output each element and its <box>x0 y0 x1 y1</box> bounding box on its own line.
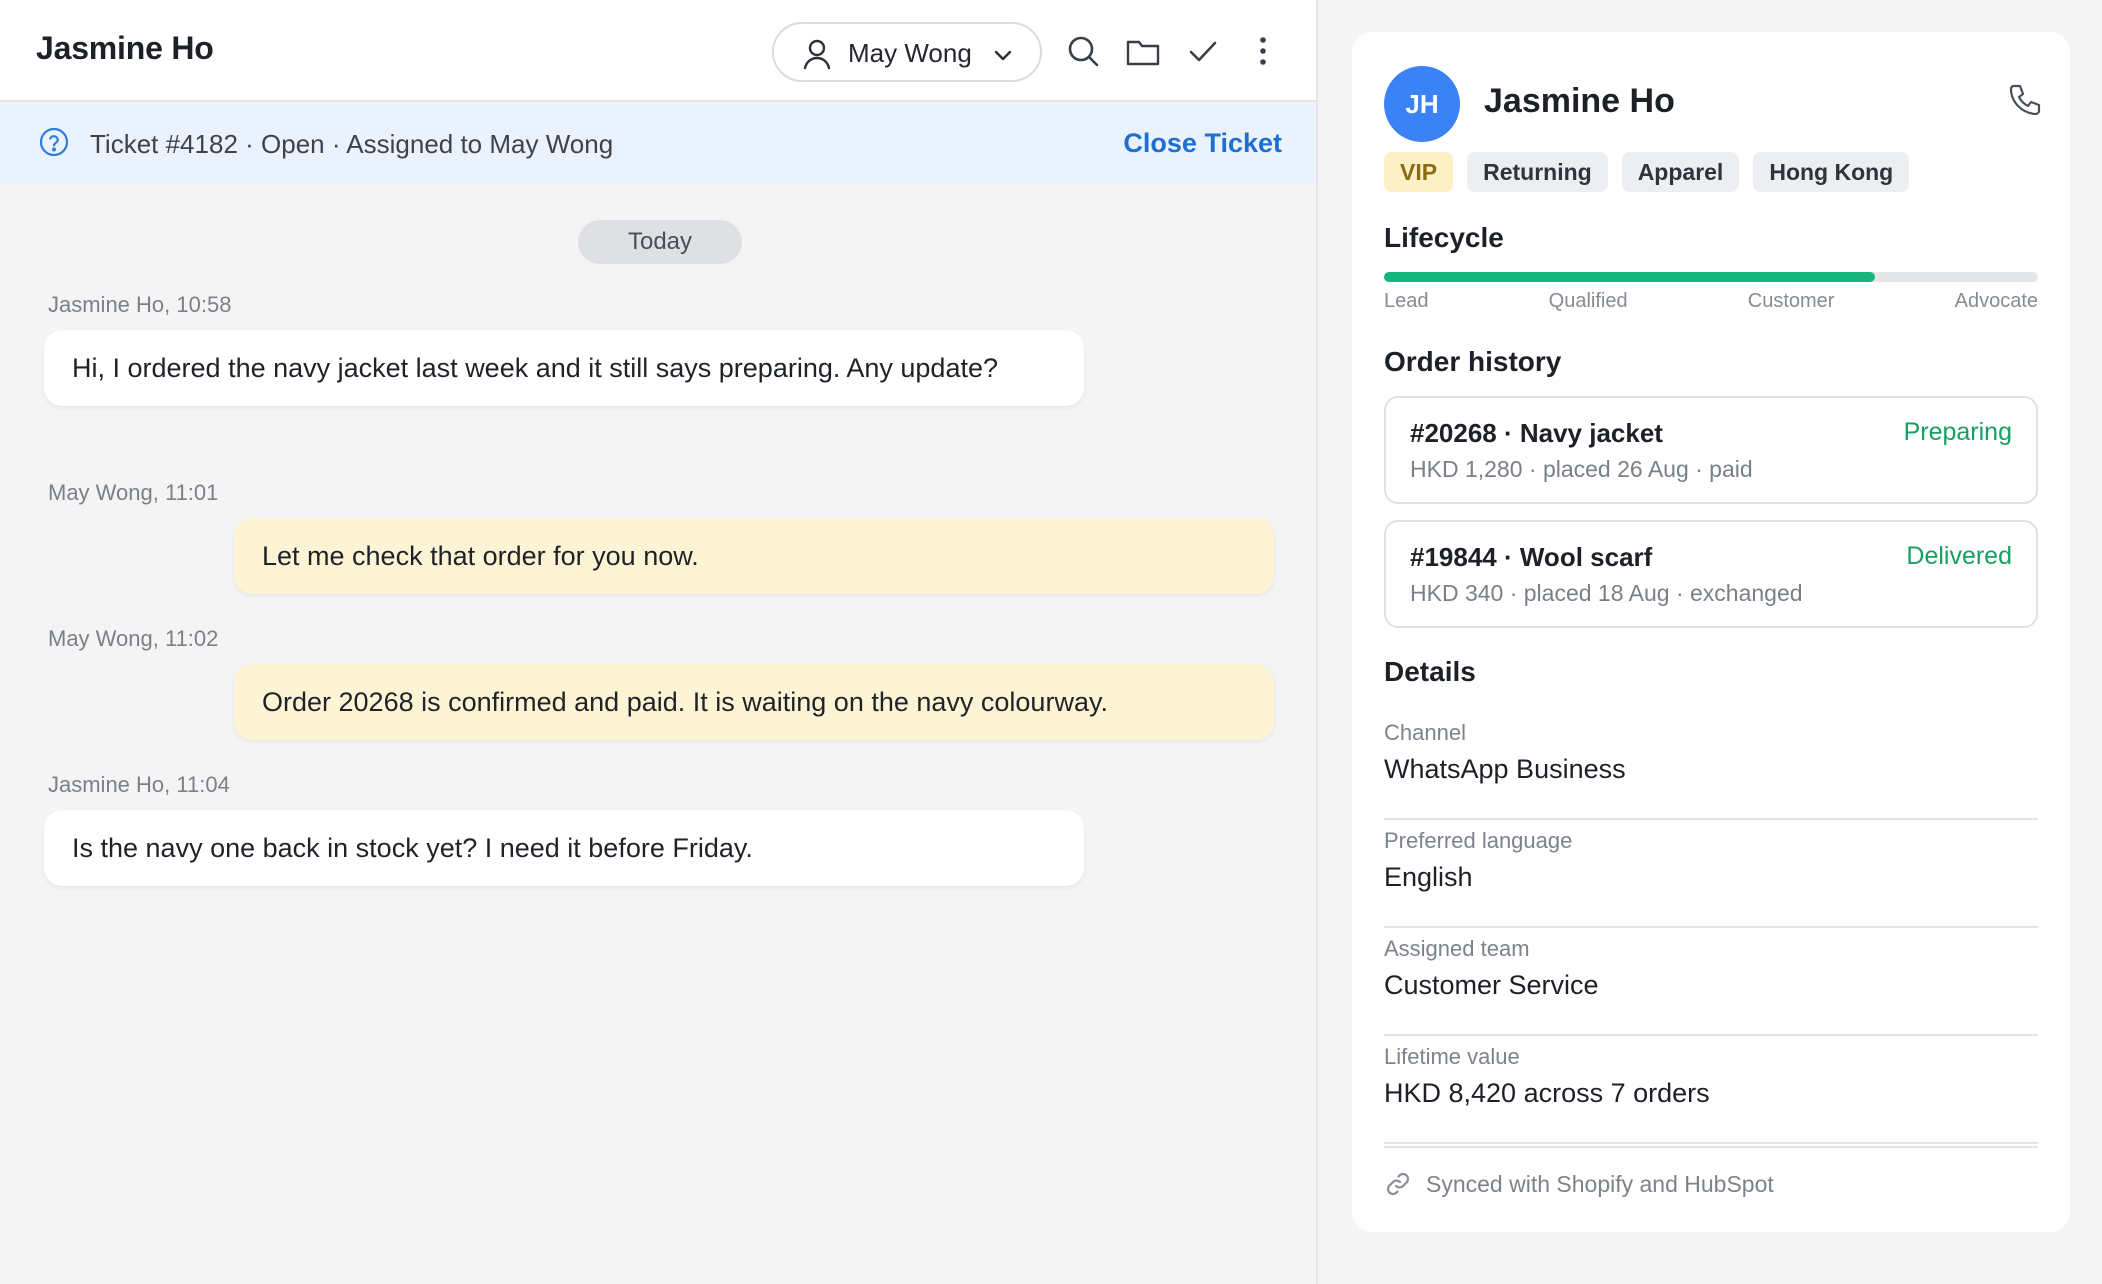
ticket-status-text: Ticket #4182 · Open · Assigned to May Wo… <box>90 129 614 159</box>
lifecycle-stage-qualified: Qualified <box>1548 290 1628 312</box>
lifecycle-progress-fill <box>1384 272 1875 282</box>
detail-value: HKD 8,420 across 7 orders <box>1384 1078 1710 1108</box>
tag-apparel[interactable]: Apparel <box>1621 152 1740 192</box>
person-icon <box>803 39 831 70</box>
check-icon[interactable] <box>1184 32 1222 70</box>
detail-preferred-language: Preferred language English <box>1384 820 2038 928</box>
details-title: Details <box>1384 656 1476 687</box>
customer-panel: JH Jasmine Ho VIP Returning Apparel Hong… <box>1318 0 2102 1284</box>
detail-lifetime-value: Lifetime value HKD 8,420 across 7 orders <box>1384 1036 2038 1144</box>
message-bubble-outgoing: Let me check that order for you now. <box>234 518 1274 594</box>
more-vertical-icon[interactable] <box>1244 32 1282 70</box>
customer-name: Jasmine Ho <box>1484 82 1675 120</box>
assignee-name: May Wong <box>848 38 972 68</box>
order-title: #20268 · Navy jacket <box>1410 418 1663 448</box>
app-root: Jasmine Ho May Wong Ticket #4182 · Open … <box>0 0 2102 1284</box>
order-card[interactable]: #20268 · Navy jacket Preparing HKD 1,280… <box>1384 396 2038 504</box>
detail-label: Lifetime value <box>1384 1044 1520 1069</box>
message-meta: Jasmine Ho, 10:58 <box>48 292 232 317</box>
lifecycle-stage-customer: Customer <box>1747 290 1835 312</box>
order-history-title: Order history <box>1384 346 1562 377</box>
folder-icon[interactable] <box>1124 32 1162 70</box>
order-status: Delivered <box>1906 542 2012 570</box>
lifecycle-title: Lifecycle <box>1384 222 1504 253</box>
detail-label: Channel <box>1384 720 1466 745</box>
sync-text: Synced with Shopify and HubSpot <box>1426 1170 1774 1197</box>
order-status: Preparing <box>1903 418 2012 446</box>
phone-icon[interactable] <box>2006 82 2042 118</box>
link-icon <box>1386 1172 1410 1196</box>
divider <box>1384 1146 2038 1148</box>
order-card[interactable]: #19844 · Wool scarf Delivered HKD 340 · … <box>1384 520 2038 628</box>
lifecycle-progress <box>1384 272 2038 282</box>
message-bubble-incoming: Is the navy one back in stock yet? I nee… <box>44 810 1084 886</box>
message-meta: Jasmine Ho, 11:04 <box>48 772 230 797</box>
search-icon[interactable] <box>1064 32 1102 70</box>
order-summary: HKD 1,280 · placed 26 Aug · paid <box>1410 456 1753 482</box>
sync-status: Synced with Shopify and HubSpot <box>1384 1170 1774 1198</box>
lifecycle-stages: Lead Qualified Customer Advocate <box>1384 290 2038 313</box>
day-separator: Today <box>578 220 742 264</box>
tag-returning[interactable]: Returning <box>1467 152 1608 192</box>
message-meta: May Wong, 11:02 <box>48 626 219 651</box>
chevron-down-icon <box>994 50 1012 61</box>
avatar: JH <box>1384 66 1460 142</box>
detail-assigned-team: Assigned team Customer Service <box>1384 928 2038 1036</box>
close-ticket-button[interactable]: Close Ticket <box>1123 128 1282 159</box>
message-meta: May Wong, 11:01 <box>48 480 219 505</box>
detail-channel: Channel WhatsApp Business <box>1384 712 2038 820</box>
customer-tags: VIP Returning Apparel Hong Kong <box>1384 152 1910 192</box>
tag-hong-kong[interactable]: Hong Kong <box>1753 152 1910 192</box>
detail-value: WhatsApp Business <box>1384 754 1626 784</box>
ticket-banner: Ticket #4182 · Open · Assigned to May Wo… <box>0 104 1316 184</box>
conversation-pane: Jasmine Ho May Wong Ticket #4182 · Open … <box>0 0 1318 1284</box>
message-bubble-outgoing: Order 20268 is confirmed and paid. It is… <box>234 664 1274 740</box>
detail-label: Preferred language <box>1384 828 1573 853</box>
lifecycle-stage-advocate: Advocate <box>1954 290 2038 312</box>
conversation-title: Jasmine Ho <box>36 30 214 66</box>
order-title: #19844 · Wool scarf <box>1410 542 1653 572</box>
customer-card: JH Jasmine Ho VIP Returning Apparel Hong… <box>1352 32 2070 1232</box>
conversation-header: Jasmine Ho May Wong <box>0 0 1316 102</box>
message-bubble-incoming: Hi, I ordered the navy jacket last week … <box>44 330 1084 406</box>
lifecycle-stage-lead: Lead <box>1384 290 1429 312</box>
tag-vip[interactable]: VIP <box>1384 152 1454 192</box>
help-circle-icon <box>39 127 69 157</box>
detail-value: Customer Service <box>1384 970 1599 1000</box>
assignee-dropdown[interactable]: May Wong <box>772 22 1042 82</box>
detail-label: Assigned team <box>1384 936 1530 961</box>
order-summary: HKD 340 · placed 18 Aug · exchanged <box>1410 580 1803 606</box>
detail-value: English <box>1384 862 1473 892</box>
